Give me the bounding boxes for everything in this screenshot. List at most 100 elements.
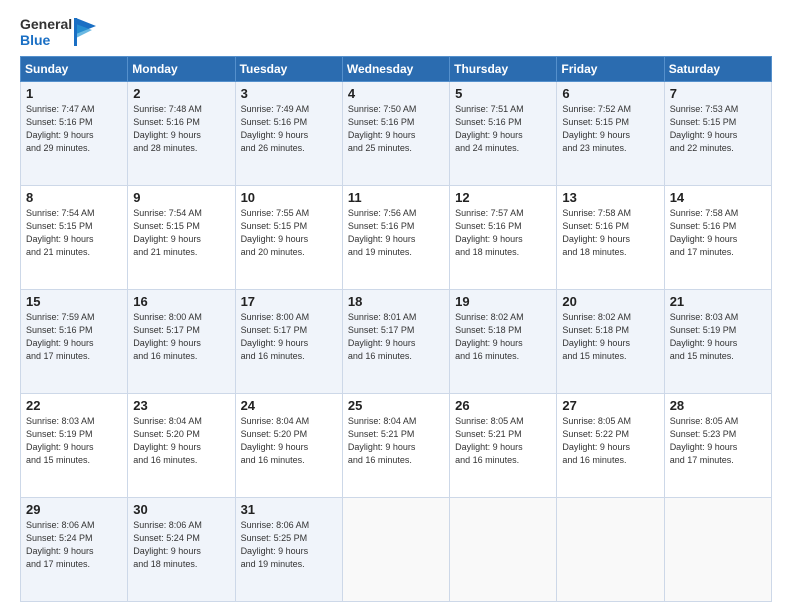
day-info: Sunrise: 7:58 AM Sunset: 5:16 PM Dayligh… — [670, 207, 766, 259]
day-info: Sunrise: 7:49 AM Sunset: 5:16 PM Dayligh… — [241, 103, 337, 155]
calendar-cell: 22 Sunrise: 8:03 AM Sunset: 5:19 PM Dayli… — [21, 394, 128, 498]
calendar-cell: 28Sunrise: 8:05 AM Sunset: 5:23 PM Dayli… — [664, 394, 771, 498]
day-info: Sunrise: 8:04 AM Sunset: 5:20 PM Dayligh… — [133, 415, 229, 467]
day-info: Sunrise: 8:02 AM Sunset: 5:18 PM Dayligh… — [562, 311, 658, 363]
calendar-cell: 24 Sunrise: 8:04 AM Sunset: 5:20 PM Dayli… — [235, 394, 342, 498]
calendar-header-row: SundayMondayTuesdayWednesdayThursdayFrid… — [21, 57, 772, 82]
calendar-cell: 27 Sunrise: 8:05 AM Sunset: 5:22 PM Dayli… — [557, 394, 664, 498]
day-info: Sunrise: 8:06 AM Sunset: 5:25 PM Dayligh… — [241, 519, 337, 571]
calendar-cell — [342, 498, 449, 602]
calendar-cell: 30 Sunrise: 8:06 AM Sunset: 5:24 PM Dayli… — [128, 498, 235, 602]
day-number: 9 — [133, 190, 229, 205]
day-number: 18 — [348, 294, 444, 309]
calendar-cell: 29Sunrise: 8:06 AM Sunset: 5:24 PM Dayli… — [21, 498, 128, 602]
calendar-cell — [557, 498, 664, 602]
day-number: 4 — [348, 86, 444, 101]
day-info: Sunrise: 8:02 AM Sunset: 5:18 PM Dayligh… — [455, 311, 551, 363]
calendar-week-5: 29 Sunrise: 8:06 AM Sunset: 5:24 PM Dayli… — [21, 498, 772, 602]
day-header-sunday: Sunday — [21, 57, 128, 82]
day-info: Sunrise: 7:50 AM Sunset: 5:16 PM Dayligh… — [348, 103, 444, 155]
day-info: Sunrise: 8:05 AM Sunset: 5:22 PM Dayligh… — [562, 415, 658, 467]
logo-blue: Blue — [20, 32, 72, 48]
day-info: Sunrise: 8:00 AM Sunset: 5:17 PM Dayligh… — [133, 311, 229, 363]
day-number: 22 — [26, 398, 122, 413]
day-info: Sunrise: 8:03 AM Sunset: 5:19 PM Dayligh… — [670, 311, 766, 363]
day-info: Sunrise: 8:05 AM Sunset: 5:23 PM Dayligh… — [670, 415, 766, 467]
calendar-cell: 8 Sunrise: 7:54 AM Sunset: 5:15 PM Daylig… — [21, 186, 128, 290]
day-number: 31 — [241, 502, 337, 517]
day-info: Sunrise: 8:05 AM Sunset: 5:21 PM Dayligh… — [455, 415, 551, 467]
day-header-thursday: Thursday — [450, 57, 557, 82]
calendar-cell: 1Sunrise: 7:47 AM Sunset: 5:16 PM Daylig… — [21, 82, 128, 186]
calendar-cell: 25 Sunrise: 8:04 AM Sunset: 5:21 PM Dayli… — [342, 394, 449, 498]
calendar-cell: 9 Sunrise: 7:54 AM Sunset: 5:15 PM Daylig… — [128, 186, 235, 290]
calendar-cell: 21Sunrise: 8:03 AM Sunset: 5:19 PM Dayli… — [664, 290, 771, 394]
day-number: 14 — [670, 190, 766, 205]
day-info: Sunrise: 8:01 AM Sunset: 5:17 PM Dayligh… — [348, 311, 444, 363]
day-number: 10 — [241, 190, 337, 205]
day-number: 23 — [133, 398, 229, 413]
day-number: 5 — [455, 86, 551, 101]
calendar-body: 1Sunrise: 7:47 AM Sunset: 5:16 PM Daylig… — [21, 82, 772, 602]
day-header-monday: Monday — [128, 57, 235, 82]
calendar-cell: 2 Sunrise: 7:48 AM Sunset: 5:16 PM Daylig… — [128, 82, 235, 186]
day-info: Sunrise: 7:48 AM Sunset: 5:16 PM Dayligh… — [133, 103, 229, 155]
day-number: 8 — [26, 190, 122, 205]
calendar-cell: 19 Sunrise: 8:02 AM Sunset: 5:18 PM Dayli… — [450, 290, 557, 394]
calendar-week-4: 22 Sunrise: 8:03 AM Sunset: 5:19 PM Dayli… — [21, 394, 772, 498]
day-info: Sunrise: 8:06 AM Sunset: 5:24 PM Dayligh… — [133, 519, 229, 571]
calendar-cell: 11 Sunrise: 7:56 AM Sunset: 5:16 PM Dayli… — [342, 186, 449, 290]
day-info: Sunrise: 7:56 AM Sunset: 5:16 PM Dayligh… — [348, 207, 444, 259]
logo-general: General — [20, 16, 72, 32]
calendar-week-1: 1Sunrise: 7:47 AM Sunset: 5:16 PM Daylig… — [21, 82, 772, 186]
day-number: 30 — [133, 502, 229, 517]
day-number: 11 — [348, 190, 444, 205]
calendar-header: SundayMondayTuesdayWednesdayThursdayFrid… — [21, 57, 772, 82]
day-info: Sunrise: 8:03 AM Sunset: 5:19 PM Dayligh… — [26, 415, 122, 467]
calendar-cell: 20 Sunrise: 8:02 AM Sunset: 5:18 PM Dayli… — [557, 290, 664, 394]
day-info: Sunrise: 7:53 AM Sunset: 5:15 PM Dayligh… — [670, 103, 766, 155]
day-info: Sunrise: 8:04 AM Sunset: 5:20 PM Dayligh… — [241, 415, 337, 467]
day-number: 15 — [26, 294, 122, 309]
day-header-friday: Friday — [557, 57, 664, 82]
day-info: Sunrise: 7:54 AM Sunset: 5:15 PM Dayligh… — [133, 207, 229, 259]
day-info: Sunrise: 7:51 AM Sunset: 5:16 PM Dayligh… — [455, 103, 551, 155]
calendar-cell: 12 Sunrise: 7:57 AM Sunset: 5:16 PM Dayli… — [450, 186, 557, 290]
day-info: Sunrise: 7:58 AM Sunset: 5:16 PM Dayligh… — [562, 207, 658, 259]
day-header-saturday: Saturday — [664, 57, 771, 82]
calendar-cell: 15 Sunrise: 7:59 AM Sunset: 5:16 PM Dayli… — [21, 290, 128, 394]
day-number: 6 — [562, 86, 658, 101]
day-number: 25 — [348, 398, 444, 413]
day-info: Sunrise: 8:00 AM Sunset: 5:17 PM Dayligh… — [241, 311, 337, 363]
calendar-cell: 26Sunrise: 8:05 AM Sunset: 5:21 PM Dayli… — [450, 394, 557, 498]
day-info: Sunrise: 8:04 AM Sunset: 5:21 PM Dayligh… — [348, 415, 444, 467]
day-number: 2 — [133, 86, 229, 101]
day-info: Sunrise: 7:55 AM Sunset: 5:15 PM Dayligh… — [241, 207, 337, 259]
day-info: Sunrise: 7:52 AM Sunset: 5:15 PM Dayligh… — [562, 103, 658, 155]
day-number: 16 — [133, 294, 229, 309]
day-number: 13 — [562, 190, 658, 205]
day-number: 20 — [562, 294, 658, 309]
calendar-cell: 23 Sunrise: 8:04 AM Sunset: 5:20 PM Dayli… — [128, 394, 235, 498]
day-number: 12 — [455, 190, 551, 205]
day-number: 19 — [455, 294, 551, 309]
calendar-cell: 10 Sunrise: 7:55 AM Sunset: 5:15 PM Dayli… — [235, 186, 342, 290]
day-number: 7 — [670, 86, 766, 101]
calendar-cell: 5 Sunrise: 7:51 AM Sunset: 5:16 PM Daylig… — [450, 82, 557, 186]
calendar-cell: 14 Sunrise: 7:58 AM Sunset: 5:16 PM Dayli… — [664, 186, 771, 290]
day-number: 29 — [26, 502, 122, 517]
calendar-cell: 13 Sunrise: 7:58 AM Sunset: 5:16 PM Dayli… — [557, 186, 664, 290]
day-info: Sunrise: 7:54 AM Sunset: 5:15 PM Dayligh… — [26, 207, 122, 259]
day-info: Sunrise: 7:59 AM Sunset: 5:16 PM Dayligh… — [26, 311, 122, 363]
calendar-table: SundayMondayTuesdayWednesdayThursdayFrid… — [20, 56, 772, 602]
page: General Blue SundayMondayTuesdayWednesda… — [0, 0, 792, 612]
calendar-cell — [450, 498, 557, 602]
day-number: 27 — [562, 398, 658, 413]
calendar-cell: 3Sunrise: 7:49 AM Sunset: 5:16 PM Daylig… — [235, 82, 342, 186]
day-info: Sunrise: 7:57 AM Sunset: 5:16 PM Dayligh… — [455, 207, 551, 259]
header: General Blue — [20, 16, 772, 48]
calendar-cell: 31 Sunrise: 8:06 AM Sunset: 5:25 PM Dayli… — [235, 498, 342, 602]
day-number: 24 — [241, 398, 337, 413]
day-header-wednesday: Wednesday — [342, 57, 449, 82]
calendar-week-3: 15 Sunrise: 7:59 AM Sunset: 5:16 PM Dayli… — [21, 290, 772, 394]
